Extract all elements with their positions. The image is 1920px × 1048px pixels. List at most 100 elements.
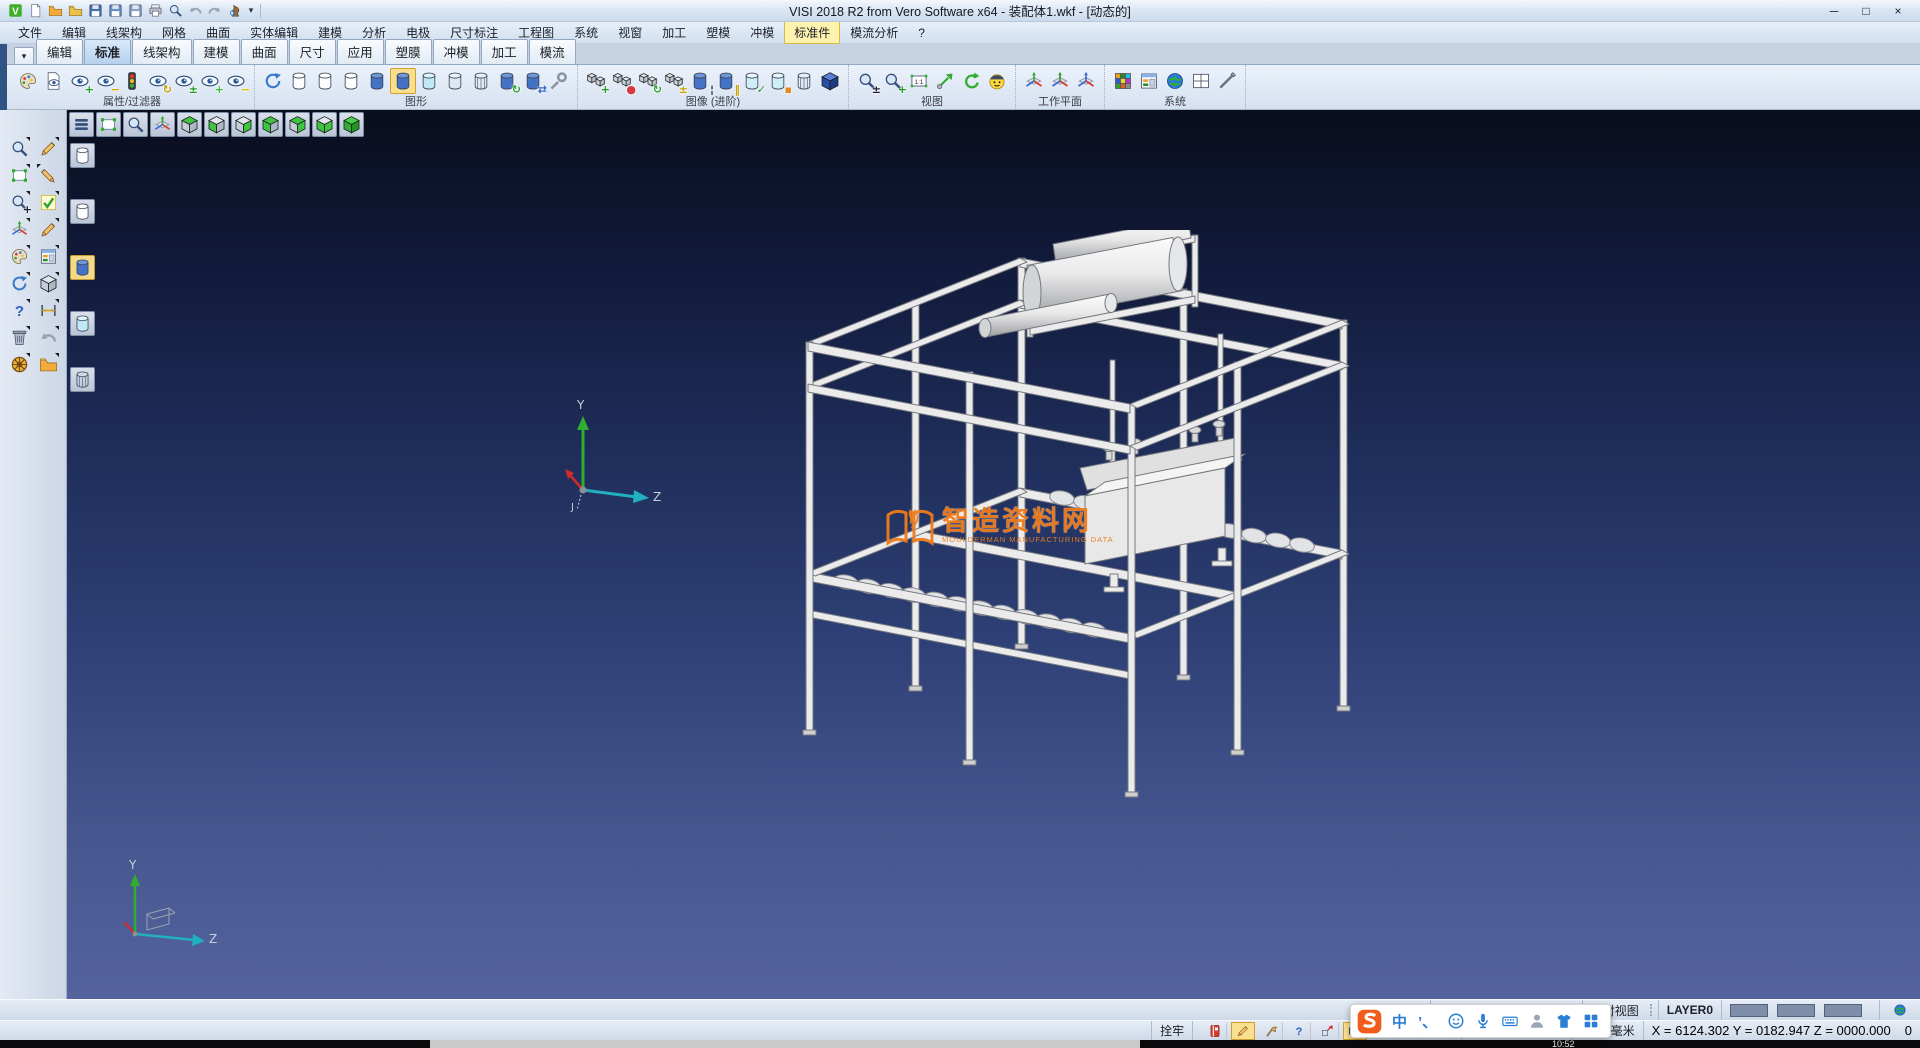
globe-icon[interactable] bbox=[1890, 1001, 1910, 1019]
zoom-window-icon[interactable] bbox=[7, 163, 31, 187]
validate-check-icon[interactable] bbox=[36, 190, 60, 214]
undo-op-icon[interactable] bbox=[36, 325, 60, 349]
navigator-wheel-icon[interactable] bbox=[7, 352, 31, 376]
cyl-outline-icon[interactable] bbox=[70, 143, 95, 168]
macro-tool-icon[interactable] bbox=[226, 2, 244, 20]
settings-wrench-icon[interactable] bbox=[546, 68, 572, 94]
zoom-all-icon[interactable]: + bbox=[880, 68, 906, 94]
visibility-minus-icon[interactable]: − bbox=[223, 68, 249, 94]
regen-all-icon[interactable] bbox=[260, 68, 286, 94]
cyl-blue-icon[interactable] bbox=[70, 255, 95, 280]
visibility-refresh-icon[interactable]: ↻ bbox=[145, 68, 171, 94]
cyl-blue-icon[interactable] bbox=[390, 68, 416, 94]
shaded-traffic-icon[interactable]: ● bbox=[609, 68, 635, 94]
curve-edit-icon[interactable] bbox=[36, 217, 60, 241]
sogou-logo-icon[interactable] bbox=[1354, 1006, 1384, 1036]
menu-item-?[interactable]: ? bbox=[908, 23, 935, 43]
view-cube-left-icon[interactable] bbox=[285, 112, 310, 137]
visibility-plus-icon[interactable]: + bbox=[197, 68, 223, 94]
maximize-button[interactable]: □ bbox=[1858, 4, 1874, 18]
cyl-check-icon[interactable]: ✓ bbox=[739, 68, 765, 94]
shaded-add-icon[interactable]: + bbox=[583, 68, 609, 94]
page-edit-icon[interactable] bbox=[1231, 1022, 1255, 1040]
view-cube-back-icon[interactable] bbox=[258, 112, 283, 137]
workplane-axis-icon[interactable] bbox=[150, 112, 175, 137]
workplane-3-icon[interactable] bbox=[1073, 68, 1099, 94]
measure-icon[interactable] bbox=[36, 298, 60, 322]
cyl-wire-icon[interactable] bbox=[70, 367, 95, 392]
text-glyph[interactable]: 中 bbox=[1389, 1010, 1410, 1032]
tab-模流[interactable]: 模流 bbox=[529, 39, 576, 64]
cyl-outline-icon[interactable] bbox=[338, 68, 364, 94]
text-glyph[interactable]: ’、 bbox=[1415, 1010, 1440, 1032]
mic-icon[interactable] bbox=[1472, 1010, 1494, 1032]
menu-item-塑模[interactable]: 塑模 bbox=[696, 21, 740, 44]
tab-加工[interactable]: 加工 bbox=[481, 39, 528, 64]
redo-icon[interactable] bbox=[206, 2, 224, 20]
cyl-blue-icon[interactable] bbox=[364, 68, 390, 94]
tab-冲模[interactable]: 冲模 bbox=[433, 39, 480, 64]
pen-slant-icon[interactable] bbox=[1214, 68, 1240, 94]
new-file-icon[interactable] bbox=[26, 2, 44, 20]
cyl-outline-icon[interactable] bbox=[70, 199, 95, 224]
zoom-extents-icon[interactable] bbox=[96, 112, 121, 137]
help-icon[interactable] bbox=[1287, 1022, 1311, 1040]
tab-标准[interactable]: 标准 bbox=[84, 39, 131, 64]
print-icon[interactable] bbox=[146, 2, 164, 20]
menu-item-冲模[interactable]: 冲模 bbox=[740, 21, 784, 44]
cyl-light-icon[interactable] bbox=[70, 311, 95, 336]
window-layout-icon[interactable] bbox=[36, 244, 60, 268]
layer-label[interactable]: LAYER0 bbox=[1667, 1003, 1713, 1017]
color-swatch[interactable] bbox=[1777, 1004, 1815, 1017]
shade-view-icon[interactable] bbox=[984, 68, 1010, 94]
cyl-refresh-icon[interactable]: ↻ bbox=[494, 68, 520, 94]
tab-dropdown-button[interactable]: ▾ bbox=[14, 47, 34, 64]
visibility-plusminus-icon[interactable]: ± bbox=[171, 68, 197, 94]
cyl-striped-icon[interactable]: ‖ bbox=[713, 68, 739, 94]
doc-eye-icon[interactable] bbox=[41, 68, 67, 94]
menu-item-加工[interactable]: 加工 bbox=[652, 21, 696, 44]
palette-filter-icon[interactable] bbox=[15, 68, 41, 94]
tab-线架构[interactable]: 线架构 bbox=[132, 39, 192, 64]
color-grid-icon[interactable] bbox=[1110, 68, 1136, 94]
workplane-1-icon[interactable] bbox=[1021, 68, 1047, 94]
view-cube-iso-icon[interactable] bbox=[339, 112, 364, 137]
tab-应用[interactable]: 应用 bbox=[337, 39, 384, 64]
cyl-clip-icon[interactable]: ▪ bbox=[765, 68, 791, 94]
workplane-axis-icon[interactable] bbox=[7, 217, 31, 241]
view-menu-icon[interactable] bbox=[69, 112, 94, 137]
undo-icon[interactable] bbox=[186, 2, 204, 20]
shirt-icon[interactable] bbox=[1553, 1010, 1575, 1032]
color-swatch[interactable] bbox=[1730, 1004, 1768, 1017]
cyl-light-icon[interactable] bbox=[416, 68, 442, 94]
open-folder-icon[interactable] bbox=[46, 2, 64, 20]
import-file-icon[interactable] bbox=[36, 352, 60, 376]
help-icon[interactable] bbox=[7, 298, 31, 322]
save-as-icon[interactable] bbox=[106, 2, 124, 20]
visibility-add-icon[interactable]: + bbox=[67, 68, 93, 94]
grid-settings-icon[interactable] bbox=[1188, 68, 1214, 94]
cyl-outline-icon[interactable] bbox=[312, 68, 338, 94]
tab-塑膜[interactable]: 塑膜 bbox=[385, 39, 432, 64]
shaded-cube-icon[interactable] bbox=[817, 68, 843, 94]
menu-item-模流分析[interactable]: 模流分析 bbox=[840, 21, 908, 44]
globe-icon[interactable] bbox=[1162, 68, 1188, 94]
person-icon[interactable] bbox=[1526, 1010, 1548, 1032]
lock-label[interactable]: 拴牢 bbox=[1160, 1022, 1184, 1039]
color-swatch[interactable] bbox=[1824, 1004, 1862, 1017]
snap-box-icon[interactable] bbox=[1315, 1022, 1339, 1040]
view-cube-front-icon[interactable] bbox=[204, 112, 229, 137]
zoom-dynamic-icon[interactable] bbox=[7, 136, 31, 160]
color-window-icon[interactable] bbox=[1136, 68, 1162, 94]
shaded-plusminus-icon[interactable]: ± bbox=[661, 68, 687, 94]
delete-trash-icon[interactable] bbox=[7, 325, 31, 349]
view-cube-right-icon[interactable] bbox=[231, 112, 256, 137]
sketch-edit-icon[interactable] bbox=[36, 136, 60, 160]
zoom-previous-icon[interactable] bbox=[932, 68, 958, 94]
preview-icon[interactable] bbox=[166, 2, 184, 20]
notebook-red-icon[interactable] bbox=[1203, 1022, 1227, 1040]
visi-logo-icon[interactable] bbox=[6, 2, 24, 20]
view-cube-bottom-icon[interactable] bbox=[312, 112, 337, 137]
visibility-remove-icon[interactable]: − bbox=[93, 68, 119, 94]
minimize-button[interactable]: ─ bbox=[1826, 4, 1842, 18]
